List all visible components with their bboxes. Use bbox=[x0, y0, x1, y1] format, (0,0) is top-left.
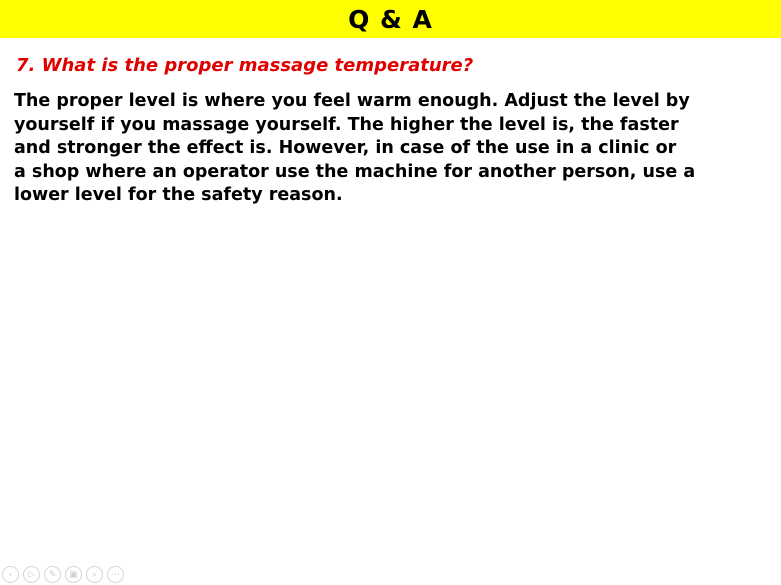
answer-line: yourself if you massage yourself. The hi… bbox=[14, 114, 679, 135]
previous-icon[interactable]: ‹ bbox=[2, 566, 19, 583]
slide-title: Q & A bbox=[348, 4, 433, 34]
title-bar: Q & A bbox=[0, 0, 781, 38]
answer-line: The proper level is where you feel warm … bbox=[14, 91, 690, 111]
presentation-controls: ‹ ▷ ✎ ▣ ⌕ ⋯ bbox=[2, 566, 124, 583]
answer-line: a shop where an operator use the machine… bbox=[14, 161, 696, 182]
answer-text: The proper level is where you feel warm … bbox=[14, 90, 769, 208]
answer-line: lower level for the safety reason. bbox=[14, 185, 343, 205]
pen-icon[interactable]: ✎ bbox=[44, 566, 61, 583]
more-icon[interactable]: ⋯ bbox=[107, 566, 124, 583]
answer-line: and stronger the effect is. However, in … bbox=[14, 138, 677, 158]
slides-icon[interactable]: ▣ bbox=[65, 566, 82, 583]
play-icon[interactable]: ▷ bbox=[23, 566, 40, 583]
question-heading: 7. What is the proper massage temperatur… bbox=[16, 55, 474, 76]
zoom-icon[interactable]: ⌕ bbox=[86, 566, 103, 583]
slide: Q & A 7. What is the proper massage temp… bbox=[0, 0, 781, 585]
